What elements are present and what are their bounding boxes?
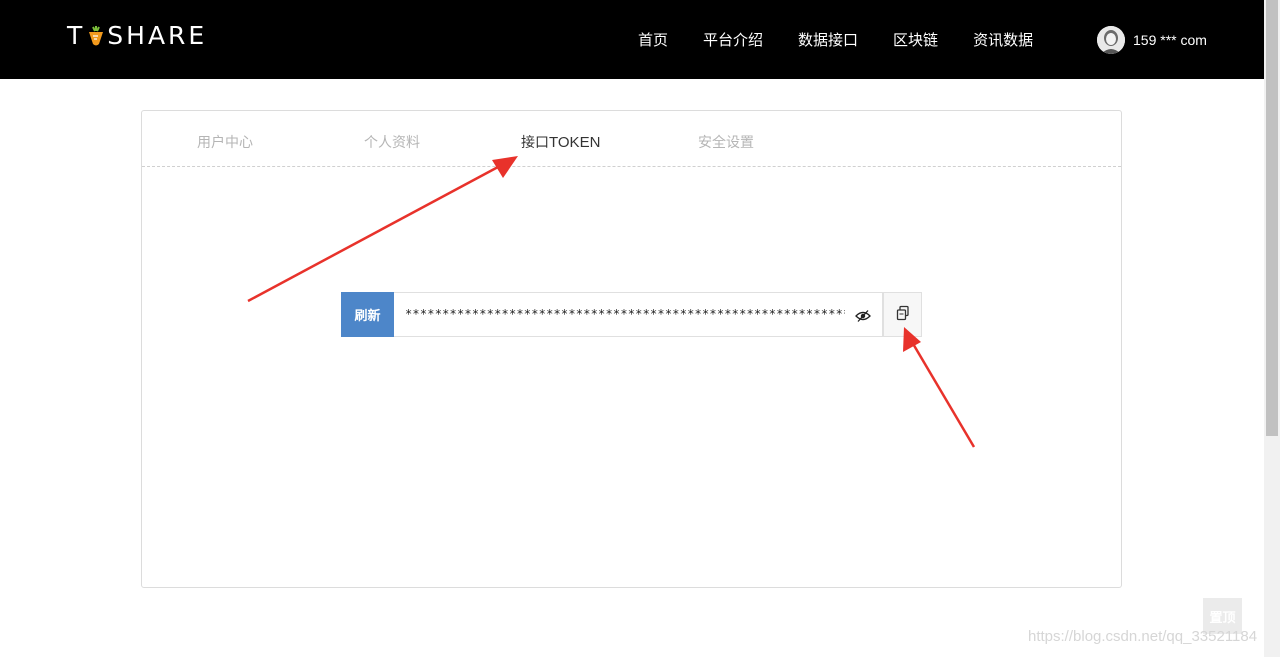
tab-user-center[interactable]: 用户中心 [197,132,253,152]
main-nav: 首页 平台介绍 数据接口 区块链 资讯数据 [630,30,1068,50]
token-row: 刷新 *************************************… [341,292,922,338]
logo-text-left: T [67,20,86,50]
nav-news-data[interactable]: 资讯数据 [973,30,1033,50]
tab-api-token-latin: TOKEN [549,134,601,151]
nav-data-api[interactable]: 数据接口 [798,30,858,50]
nav-platform-intro[interactable]: 平台介绍 [703,30,763,50]
page-scrollbar[interactable] [1264,0,1280,657]
logo-text-right: SHARE [107,20,208,50]
tab-api-token[interactable]: 接口TOKEN [521,132,600,152]
token-field[interactable]: ****************************************… [394,292,883,337]
tushare-logo[interactable]: T SHARE [67,20,208,50]
user-label[interactable]: 159 *** com [1133,32,1207,48]
nav-blockchain[interactable]: 区块链 [893,30,938,50]
avatar[interactable] [1097,26,1125,54]
refresh-token-button[interactable]: 刷新 [341,292,394,337]
top-navigation-bar: T SHARE 首页 平台介绍 数据接口 区块链 资讯数据 159 *** co… [0,0,1264,79]
tab-profile[interactable]: 个人资料 [364,132,420,152]
tab-bar: 用户中心 个人资料 接口TOKEN 安全设置 [142,111,1121,167]
user-center-panel: 用户中心 个人资料 接口TOKEN 安全设置 刷新 **************… [141,110,1122,588]
scrollbar-thumb[interactable] [1266,0,1278,436]
copy-token-button[interactable] [883,292,922,337]
copy-icon [895,305,911,325]
csdn-watermark: https://blog.csdn.net/qq_33521184 [1028,628,1258,645]
tab-api-token-cjk: 接口 [521,135,549,151]
user-menu[interactable]: 159 *** com [1097,26,1207,54]
carrot-logo-icon [87,24,105,46]
eye-slash-icon[interactable] [855,308,871,322]
token-masked-value: ****************************************… [405,307,845,321]
nav-home[interactable]: 首页 [638,30,668,50]
tab-security-settings[interactable]: 安全设置 [698,132,754,152]
